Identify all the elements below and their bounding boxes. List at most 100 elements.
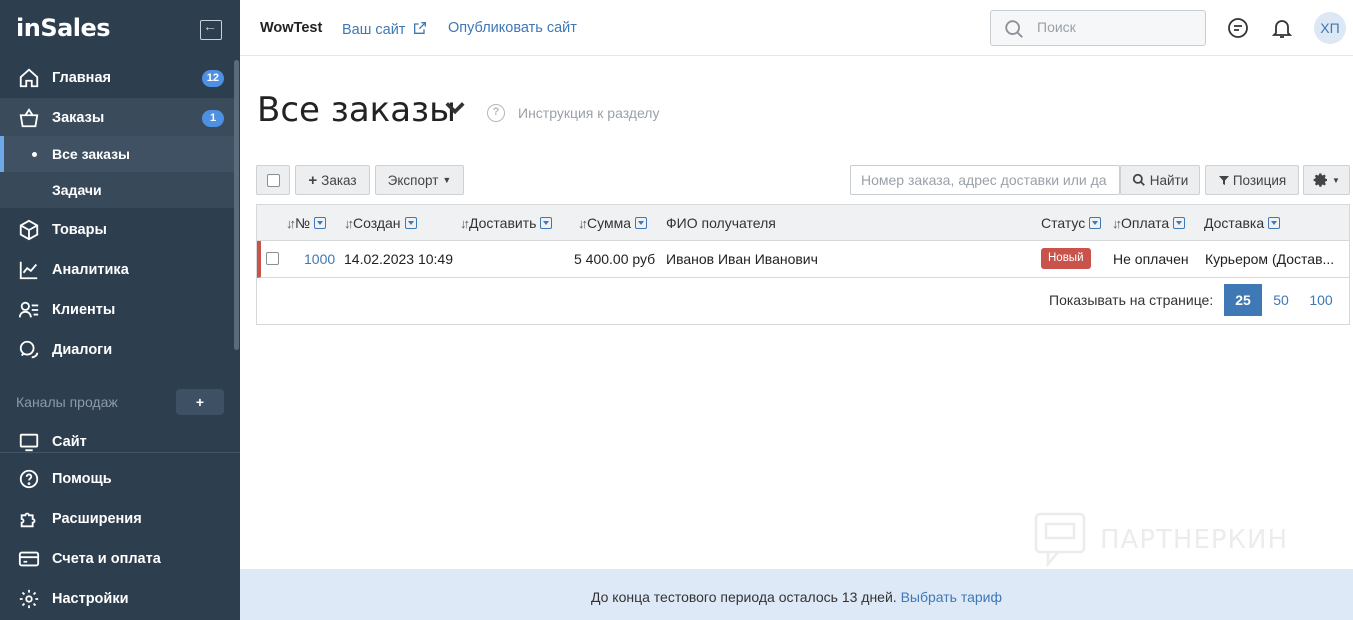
trial-banner: До конца тестового периода осталось 13 д… — [240, 569, 1353, 620]
order-sum: 5 400.00 руб — [574, 251, 656, 267]
chat-icon[interactable] — [1226, 16, 1250, 40]
logo[interactable]: inSales — [16, 14, 111, 42]
users-list-icon — [17, 298, 41, 322]
sort-icon[interactable]: ↓↑ — [286, 216, 296, 231]
column-header-label: Статус — [1041, 215, 1086, 231]
choose-plan-link[interactable]: Выбрать тариф — [901, 589, 1002, 605]
table-row[interactable]: 1000 14.02.2023 10:49 5 400.00 руб Ивано… — [257, 241, 1349, 278]
add-channel-button[interactable]: + — [176, 389, 224, 415]
order-filter-input[interactable] — [861, 172, 1111, 188]
sidebar-item-label: Аналитика — [52, 262, 129, 278]
position-label: Позиция — [1232, 172, 1287, 188]
column-created[interactable]: ↓↑ Создан — [344, 215, 417, 231]
select-all-checkbox[interactable] — [266, 173, 280, 187]
sidebar-item-label: Настройки — [52, 591, 129, 607]
sidebar-item-settings[interactable]: Настройки — [0, 579, 234, 619]
dropdown-icon[interactable] — [314, 217, 327, 229]
sidebar-item-label: Расширения — [52, 511, 142, 527]
sidebar-item-help[interactable]: Помощь — [0, 459, 234, 499]
sidebar-item-clients[interactable]: Клиенты — [0, 290, 234, 330]
search-icon — [1003, 18, 1025, 43]
sidebar: inSales Главная 12 Заказы 1 Все заказы З… — [0, 0, 240, 620]
sidebar-item-billing[interactable]: Счета и оплата — [0, 539, 234, 579]
order-delivery: Курьером (Достав... — [1205, 251, 1335, 267]
sidebar-item-home[interactable]: Главная 12 — [0, 58, 234, 98]
dropdown-icon[interactable] — [540, 217, 553, 229]
page-size-50[interactable]: 50 — [1262, 284, 1300, 316]
home-badge: 12 — [201, 70, 224, 87]
column-recipient: ФИО получателя — [666, 215, 776, 231]
current-dot — [32, 152, 37, 157]
orders-table: ↓↑ № ↓↑ Создан ↓↑ Доставить ↓↑ Сумма ФИО… — [256, 204, 1350, 325]
your-site-label: Ваш сайт — [342, 22, 406, 38]
sidebar-subitem-tasks[interactable]: Задачи — [0, 172, 234, 208]
puzzle-icon — [17, 507, 41, 531]
column-header-label: Сумма — [587, 215, 631, 231]
column-sum[interactable]: ↓↑ Сумма — [578, 215, 647, 231]
sort-icon[interactable]: ↓↑ — [344, 216, 354, 231]
row-checkbox[interactable] — [266, 252, 279, 265]
status-badge: Новый — [1041, 248, 1091, 269]
search-input[interactable] — [1037, 19, 1197, 35]
search-icon — [1132, 173, 1145, 186]
order-filter-field[interactable] — [850, 165, 1120, 195]
position-button[interactable]: Позиция — [1205, 165, 1299, 195]
external-link-icon — [414, 22, 427, 34]
page-size-100[interactable]: 100 — [1302, 284, 1340, 316]
column-header-label: № — [295, 215, 311, 231]
collapse-sidebar-icon[interactable] — [200, 18, 222, 40]
select-all-checkbox-button[interactable] — [256, 165, 290, 195]
sort-icon[interactable]: ↓↑ — [578, 216, 588, 231]
dropdown-icon[interactable] — [1173, 217, 1186, 229]
export-label: Экспорт — [387, 172, 439, 188]
avatar[interactable]: ХП — [1314, 12, 1346, 44]
dropdown-icon[interactable] — [1089, 217, 1102, 229]
sidebar-item-label: Главная — [52, 70, 111, 86]
topbar: WowTest Ваш сайт Опубликовать сайт ХП — [240, 0, 1353, 56]
find-button[interactable]: Найти — [1120, 165, 1200, 195]
sidebar-item-label: Помощь — [52, 471, 112, 487]
add-order-label: Заказ — [321, 172, 357, 188]
sidebar-item-site[interactable]: Сайт — [0, 422, 234, 462]
box-icon — [17, 218, 41, 242]
sidebar-scrollbar[interactable] — [234, 60, 239, 350]
column-deliver[interactable]: ↓↑ Доставить — [460, 215, 553, 231]
dropdown-icon[interactable] — [635, 217, 647, 229]
section-help-link[interactable]: Инструкция к разделу — [518, 105, 659, 121]
export-button[interactable]: Экспорт ▼ — [375, 165, 464, 195]
table-settings-button[interactable]: ▼ — [1303, 165, 1350, 195]
column-status[interactable]: Статус — [1041, 215, 1102, 231]
sidebar-item-products[interactable]: Товары — [0, 210, 234, 250]
table-header: ↓↑ № ↓↑ Создан ↓↑ Доставить ↓↑ Сумма ФИО… — [257, 205, 1349, 241]
column-payment[interactable]: ↓↑ Оплата — [1112, 215, 1186, 231]
watermark: ПАРТНЕРКИН — [1034, 512, 1288, 568]
caret-down-icon: ▼ — [1332, 175, 1340, 185]
orders-badge: 1 — [202, 110, 224, 127]
sidebar-subitem-all-orders[interactable]: Все заказы — [0, 136, 234, 172]
page-size-25[interactable]: 25 — [1224, 284, 1262, 316]
sort-icon[interactable]: ↓↑ — [460, 216, 470, 231]
column-number[interactable]: ↓↑ № — [286, 215, 327, 231]
chevron-down-icon[interactable] — [444, 98, 466, 121]
sidebar-item-dialogs[interactable]: Диалоги — [0, 330, 234, 370]
dropdown-icon[interactable] — [404, 217, 417, 229]
sort-icon[interactable]: ↓↑ — [1112, 216, 1122, 231]
publish-site-link[interactable]: Опубликовать сайт — [448, 20, 577, 36]
sidebar-item-extensions[interactable]: Расширения — [0, 499, 234, 539]
sidebar-item-analytics[interactable]: Аналитика — [0, 250, 234, 290]
help-icon[interactable]: ? — [487, 104, 505, 122]
bell-icon[interactable] — [1270, 16, 1294, 40]
page-title: Все заказы — [257, 90, 456, 130]
your-site-link[interactable]: Ваш сайт — [342, 20, 428, 38]
watermark-logo-icon — [1034, 512, 1086, 568]
chart-line-icon — [17, 258, 41, 282]
sales-channels-label: Каналы продаж — [16, 394, 118, 410]
add-order-button[interactable]: + Заказ — [295, 165, 370, 195]
order-number-link[interactable]: 1000 — [304, 251, 335, 267]
dropdown-icon[interactable] — [1268, 217, 1281, 229]
trial-text: До конца тестового периода осталось 13 д… — [590, 589, 897, 605]
sidebar-item-label: Товары — [52, 222, 107, 238]
sidebar-item-orders[interactable]: Заказы 1 — [0, 98, 234, 138]
column-delivery[interactable]: Доставка — [1204, 215, 1281, 231]
global-search[interactable] — [990, 10, 1206, 46]
